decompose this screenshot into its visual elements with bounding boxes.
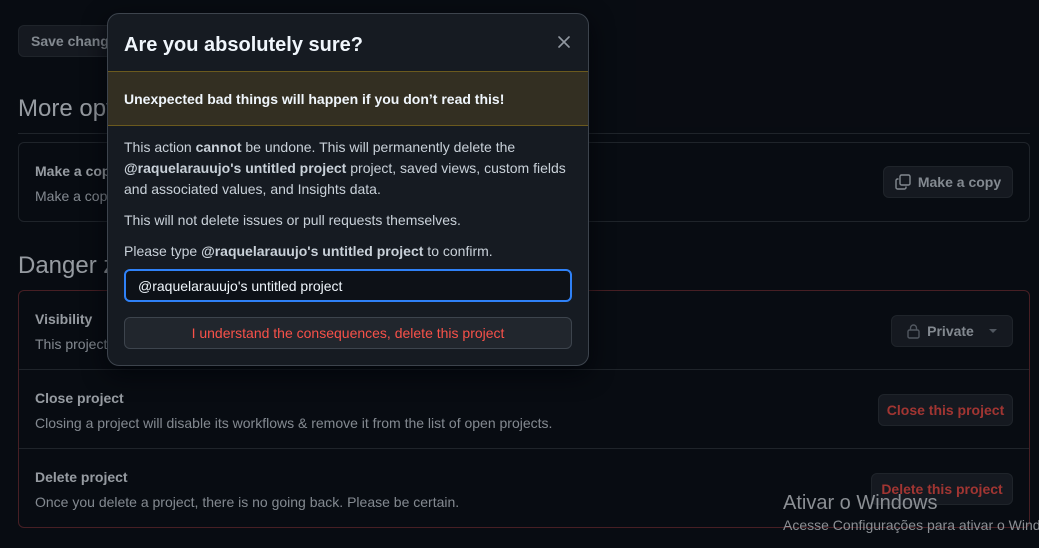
dialog-title: Are you absolutely sure? (124, 34, 363, 56)
p3-text: Please type (124, 243, 202, 259)
p3-text: to confirm. (423, 243, 493, 259)
close-dialog-button[interactable] (552, 30, 576, 54)
close-icon (558, 36, 570, 48)
p1-cannot: cannot (195, 139, 242, 155)
p3-project-name: @raquelarauujo's untitled project (201, 243, 424, 259)
windows-activation-text: Acesse Configurações para ativar o Windo… (783, 517, 1039, 533)
windows-activation-title: Ativar o Windows (783, 492, 938, 514)
p1-project-name: @raquelarauujo's untitled project (124, 160, 347, 176)
confirm-project-name-input[interactable] (124, 269, 572, 302)
p1-text: be undone. This will permanently delete … (241, 139, 516, 155)
warning-text: Unexpected bad things will happen if you… (124, 90, 505, 107)
dialog-paragraph-2: This will not delete issues or pull requ… (124, 212, 461, 228)
dialog-paragraph-3: Please type @raquelarauujo's untitled pr… (124, 241, 572, 262)
settings-page: Save changes More options Make a copy Ma… (0, 0, 1039, 548)
dialog-paragraph-1: This action cannot be undone. This will … (124, 137, 572, 200)
p1-text: This action (124, 139, 196, 155)
warning-banner: Unexpected bad things will happen if you… (108, 71, 588, 126)
dialog-body: This action cannot be undone. This will … (124, 137, 572, 272)
confirm-delete-button[interactable]: I understand the consequences, delete th… (124, 317, 572, 349)
delete-confirm-dialog: Are you absolutely sure? Unexpected bad … (107, 13, 589, 366)
